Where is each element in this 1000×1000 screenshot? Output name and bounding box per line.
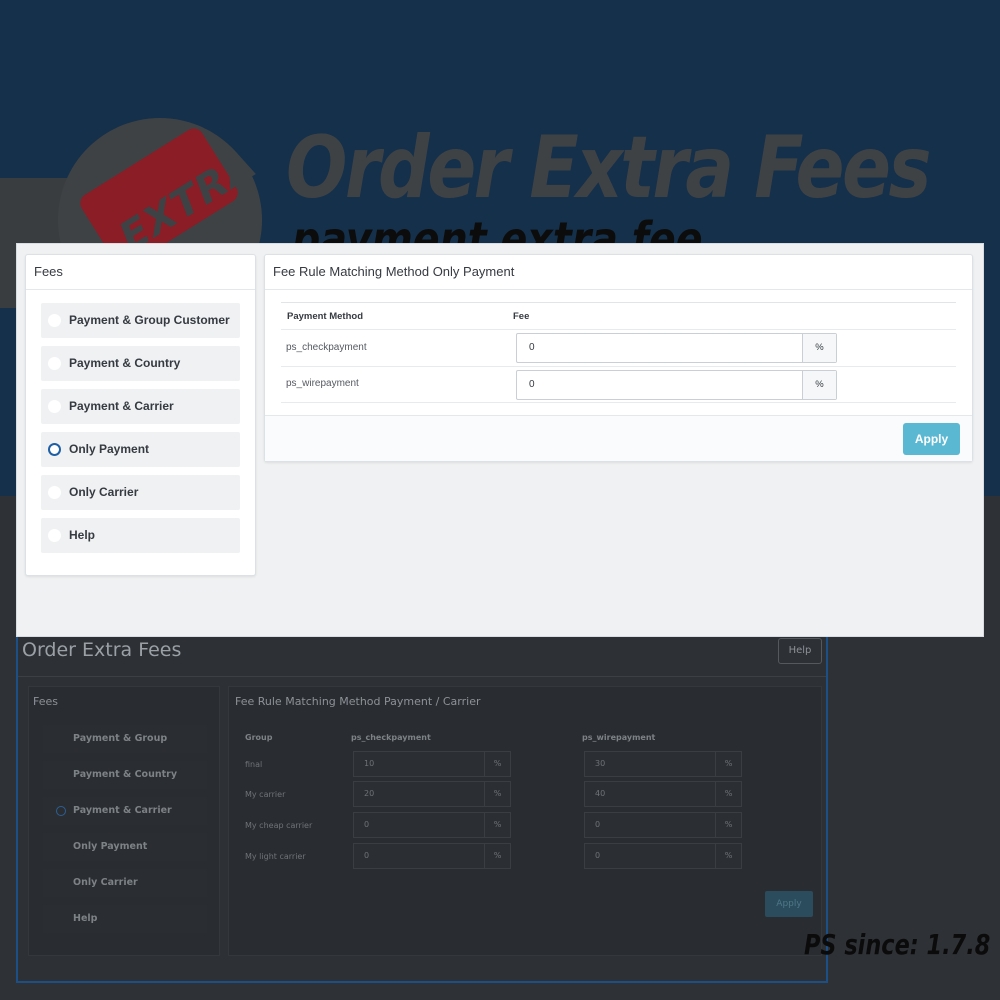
bg-input: 0% <box>584 843 742 869</box>
bg-fee-item: Payment & Group Customer <box>43 725 207 772</box>
panel-footer: Apply <box>265 415 972 461</box>
payment-method-name: ps_wirepayment <box>286 378 359 389</box>
bg-fee-item: Help <box>43 905 207 933</box>
fee-option-help[interactable]: Help <box>41 518 240 553</box>
radio-selected-icon <box>48 443 61 456</box>
bg-radio-icon <box>56 806 66 816</box>
bg-apply-button: Apply <box>765 891 813 917</box>
fees-heading: Fees <box>26 255 255 290</box>
bg-input-unit: % <box>484 782 510 806</box>
fee-option-only-payment[interactable]: Only Payment <box>41 432 240 467</box>
fee-option-payment-country[interactable]: Payment & Country <box>41 346 240 381</box>
bg-input: 10% <box>353 751 511 777</box>
fee-option-label: Payment & Carrier <box>69 399 174 413</box>
row-divider <box>281 329 956 330</box>
bg-input-unit: % <box>715 813 741 837</box>
bg-input-unit: % <box>715 782 741 806</box>
bg-row-group: My cheap carrier <box>245 821 313 830</box>
background-admin-page: Order Extra Fees Help Fees Payment & Gro… <box>16 620 828 983</box>
bg-input: 20% <box>353 781 511 807</box>
bg-fee-item-label: Payment & Country <box>73 769 178 780</box>
row-divider <box>281 366 956 367</box>
radio-icon <box>48 357 61 370</box>
ps-version-note: PS since: 1.7.8 <box>804 928 991 961</box>
bg-input-value: 0 <box>595 851 601 860</box>
col-fee: Fee <box>513 311 530 322</box>
bg-fee-item: Only Carrier <box>43 869 207 897</box>
fee-option-label: Help <box>69 528 96 542</box>
bg-fees-panel: Fees Payment & Group Customer Payment & … <box>28 686 220 956</box>
fee-option-payment-carrier[interactable]: Payment & Carrier <box>41 389 240 424</box>
bg-input-unit: % <box>715 844 741 868</box>
bg-input: 0% <box>584 812 742 838</box>
fee-option-label: Payment & Group Customer <box>69 313 230 327</box>
apply-button[interactable]: Apply <box>903 423 960 455</box>
bg-input: 0% <box>353 843 511 869</box>
bg-input: 30% <box>584 751 742 777</box>
bg-input-unit: % <box>715 752 741 776</box>
bg-fee-item: Only Payment <box>43 833 207 861</box>
bg-fee-item-label: Help <box>73 913 98 924</box>
row-divider <box>281 402 956 403</box>
table-top-border <box>281 302 956 303</box>
fee-option-payment-group-customer[interactable]: Payment & Group Customer <box>41 303 240 338</box>
fee-option-label: Only Payment <box>69 442 150 456</box>
fee-option-label: Payment & Country <box>69 356 181 370</box>
radio-icon <box>48 314 61 327</box>
fee-input-checkpayment[interactable]: 0 % <box>516 333 837 363</box>
bg-input-value: 30 <box>595 759 606 768</box>
bg-fee-item: Payment & Country <box>43 761 207 789</box>
fee-input-wirepayment[interactable]: 0 % <box>516 370 837 400</box>
bg-input-unit: % <box>484 813 510 837</box>
bg-input-value: 0 <box>364 820 370 829</box>
percent-addon: % <box>802 371 836 399</box>
fee-rule-heading: Fee Rule Matching Method Only Payment <box>265 255 972 290</box>
module-screenshot: Fees Payment & Group Customer Payment & … <box>16 243 984 637</box>
bg-row-group: My light carrier <box>245 852 306 861</box>
bg-input: 0% <box>353 812 511 838</box>
radio-icon <box>48 400 61 413</box>
bg-fee-item: Payment & Carrier <box>43 797 207 825</box>
fee-input-value[interactable]: 0 <box>529 334 535 362</box>
bg-rule-panel: Fee Rule Matching Method Payment / Carri… <box>228 686 822 956</box>
bg-input-value: 0 <box>364 851 370 860</box>
bg-input-value: 40 <box>595 789 606 798</box>
col-payment-method: Payment Method <box>287 311 364 322</box>
bg-divider <box>18 676 826 677</box>
bg-input-unit: % <box>484 844 510 868</box>
fee-rule-panel: Fee Rule Matching Method Only Payment Pa… <box>264 254 973 462</box>
bg-input-value: 0 <box>595 820 601 829</box>
percent-addon: % <box>802 334 836 362</box>
bg-col-wire: ps_wirepayment <box>582 733 656 742</box>
radio-icon <box>48 529 61 542</box>
bg-input-value: 20 <box>364 789 375 798</box>
fee-input-value[interactable]: 0 <box>529 371 535 399</box>
bg-col-check: ps_checkpayment <box>351 733 431 742</box>
bg-rule-heading: Fee Rule Matching Method Payment / Carri… <box>235 695 481 708</box>
bg-row-group: My carrier <box>245 790 286 799</box>
bg-col-group: Group <box>245 733 273 742</box>
bg-input-unit: % <box>484 752 510 776</box>
bg-fee-item-label: Only Carrier <box>73 877 138 888</box>
radio-icon <box>48 486 61 499</box>
bg-input-value: 10 <box>364 759 375 768</box>
payment-method-name: ps_checkpayment <box>286 342 367 353</box>
bg-row-group: final <box>245 760 263 769</box>
fee-option-label: Only Carrier <box>69 485 139 499</box>
bg-input: 40% <box>584 781 742 807</box>
bg-fee-item-label: Only Payment <box>73 841 148 852</box>
bg-page-title: Order Extra Fees <box>22 639 182 661</box>
bg-help-button: Help <box>778 638 822 664</box>
fee-option-only-carrier[interactable]: Only Carrier <box>41 475 240 510</box>
banner-title: Order Extra Fees <box>286 118 931 218</box>
bg-fee-item-label: Payment & Carrier <box>73 805 172 816</box>
fees-panel: Fees Payment & Group Customer Payment & … <box>25 254 256 576</box>
bg-fees-heading: Fees <box>33 695 58 708</box>
